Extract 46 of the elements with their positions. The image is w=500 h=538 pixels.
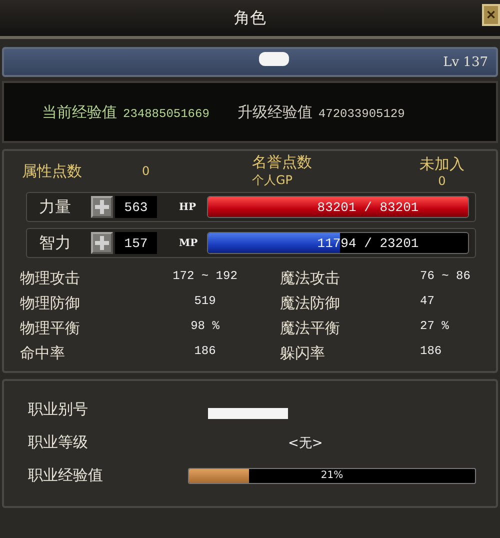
stat-value: 98 % (190, 319, 220, 335)
experience-label: 当前经验值 (42, 102, 117, 122)
gp-label: 个人GP (252, 172, 293, 189)
stat-label: 魔法防御 (280, 294, 341, 313)
attribute-value: 157 (115, 232, 157, 254)
stat-value: 47 (419, 294, 436, 310)
stat-value: 76 ~ 86 (419, 269, 472, 285)
close-button[interactable]: ✕ (482, 4, 500, 26)
bar-label: HP (179, 202, 197, 212)
job-alias-label: 职业别号 (28, 400, 89, 419)
stat-label: 物理攻击 (20, 269, 81, 288)
experience-value: 472033905129 (318, 106, 405, 120)
stat-label: 躲闪率 (280, 344, 326, 363)
add-point-button[interactable] (91, 196, 113, 218)
stat-label: 命中率 (20, 344, 66, 363)
honor-points-label: 名誉点数 (252, 153, 312, 172)
plus-icon (95, 200, 109, 214)
job-rank-value: <无> (288, 434, 323, 452)
job-exp-label: 职业经验值 (28, 466, 104, 485)
stat-label: 魔法平衡 (280, 319, 341, 338)
attribute-points-value: 0 (142, 164, 151, 178)
job-exp-reading: 21% (320, 469, 344, 482)
gauge-reading: 83201 / 83201 (316, 198, 420, 216)
stat-value: 172 ~ 192 (172, 269, 238, 285)
experience-value: 234885051669 (123, 106, 210, 120)
stat-value: 519 (193, 294, 217, 310)
stat-label: 物理平衡 (20, 319, 81, 338)
attribute-label: 力量 (39, 196, 72, 218)
job-rank-label: 职业等级 (28, 433, 88, 452)
attribute-points-label: 属性点数 (22, 162, 83, 180)
stat-value: 186 (419, 344, 443, 360)
stat-label: 魔法攻击 (280, 269, 341, 288)
redaction-mark (259, 52, 289, 66)
level-text: Lv 137 (443, 54, 488, 70)
stat-value: 27 % (419, 319, 450, 335)
attribute-label: 智力 (39, 232, 72, 254)
experience-label: 升级经验值 (237, 102, 312, 122)
window-title: 角色 (234, 8, 266, 28)
stat-label: 物理防御 (20, 294, 81, 313)
bar-label: MP (179, 238, 199, 248)
plus-icon (95, 236, 109, 250)
stat-value: 186 (193, 344, 217, 360)
attribute-value: 563 (115, 196, 157, 218)
gp-value: 0 (438, 174, 446, 188)
honor-points-value: 未加入 (420, 154, 464, 174)
add-point-button[interactable] (91, 232, 113, 254)
